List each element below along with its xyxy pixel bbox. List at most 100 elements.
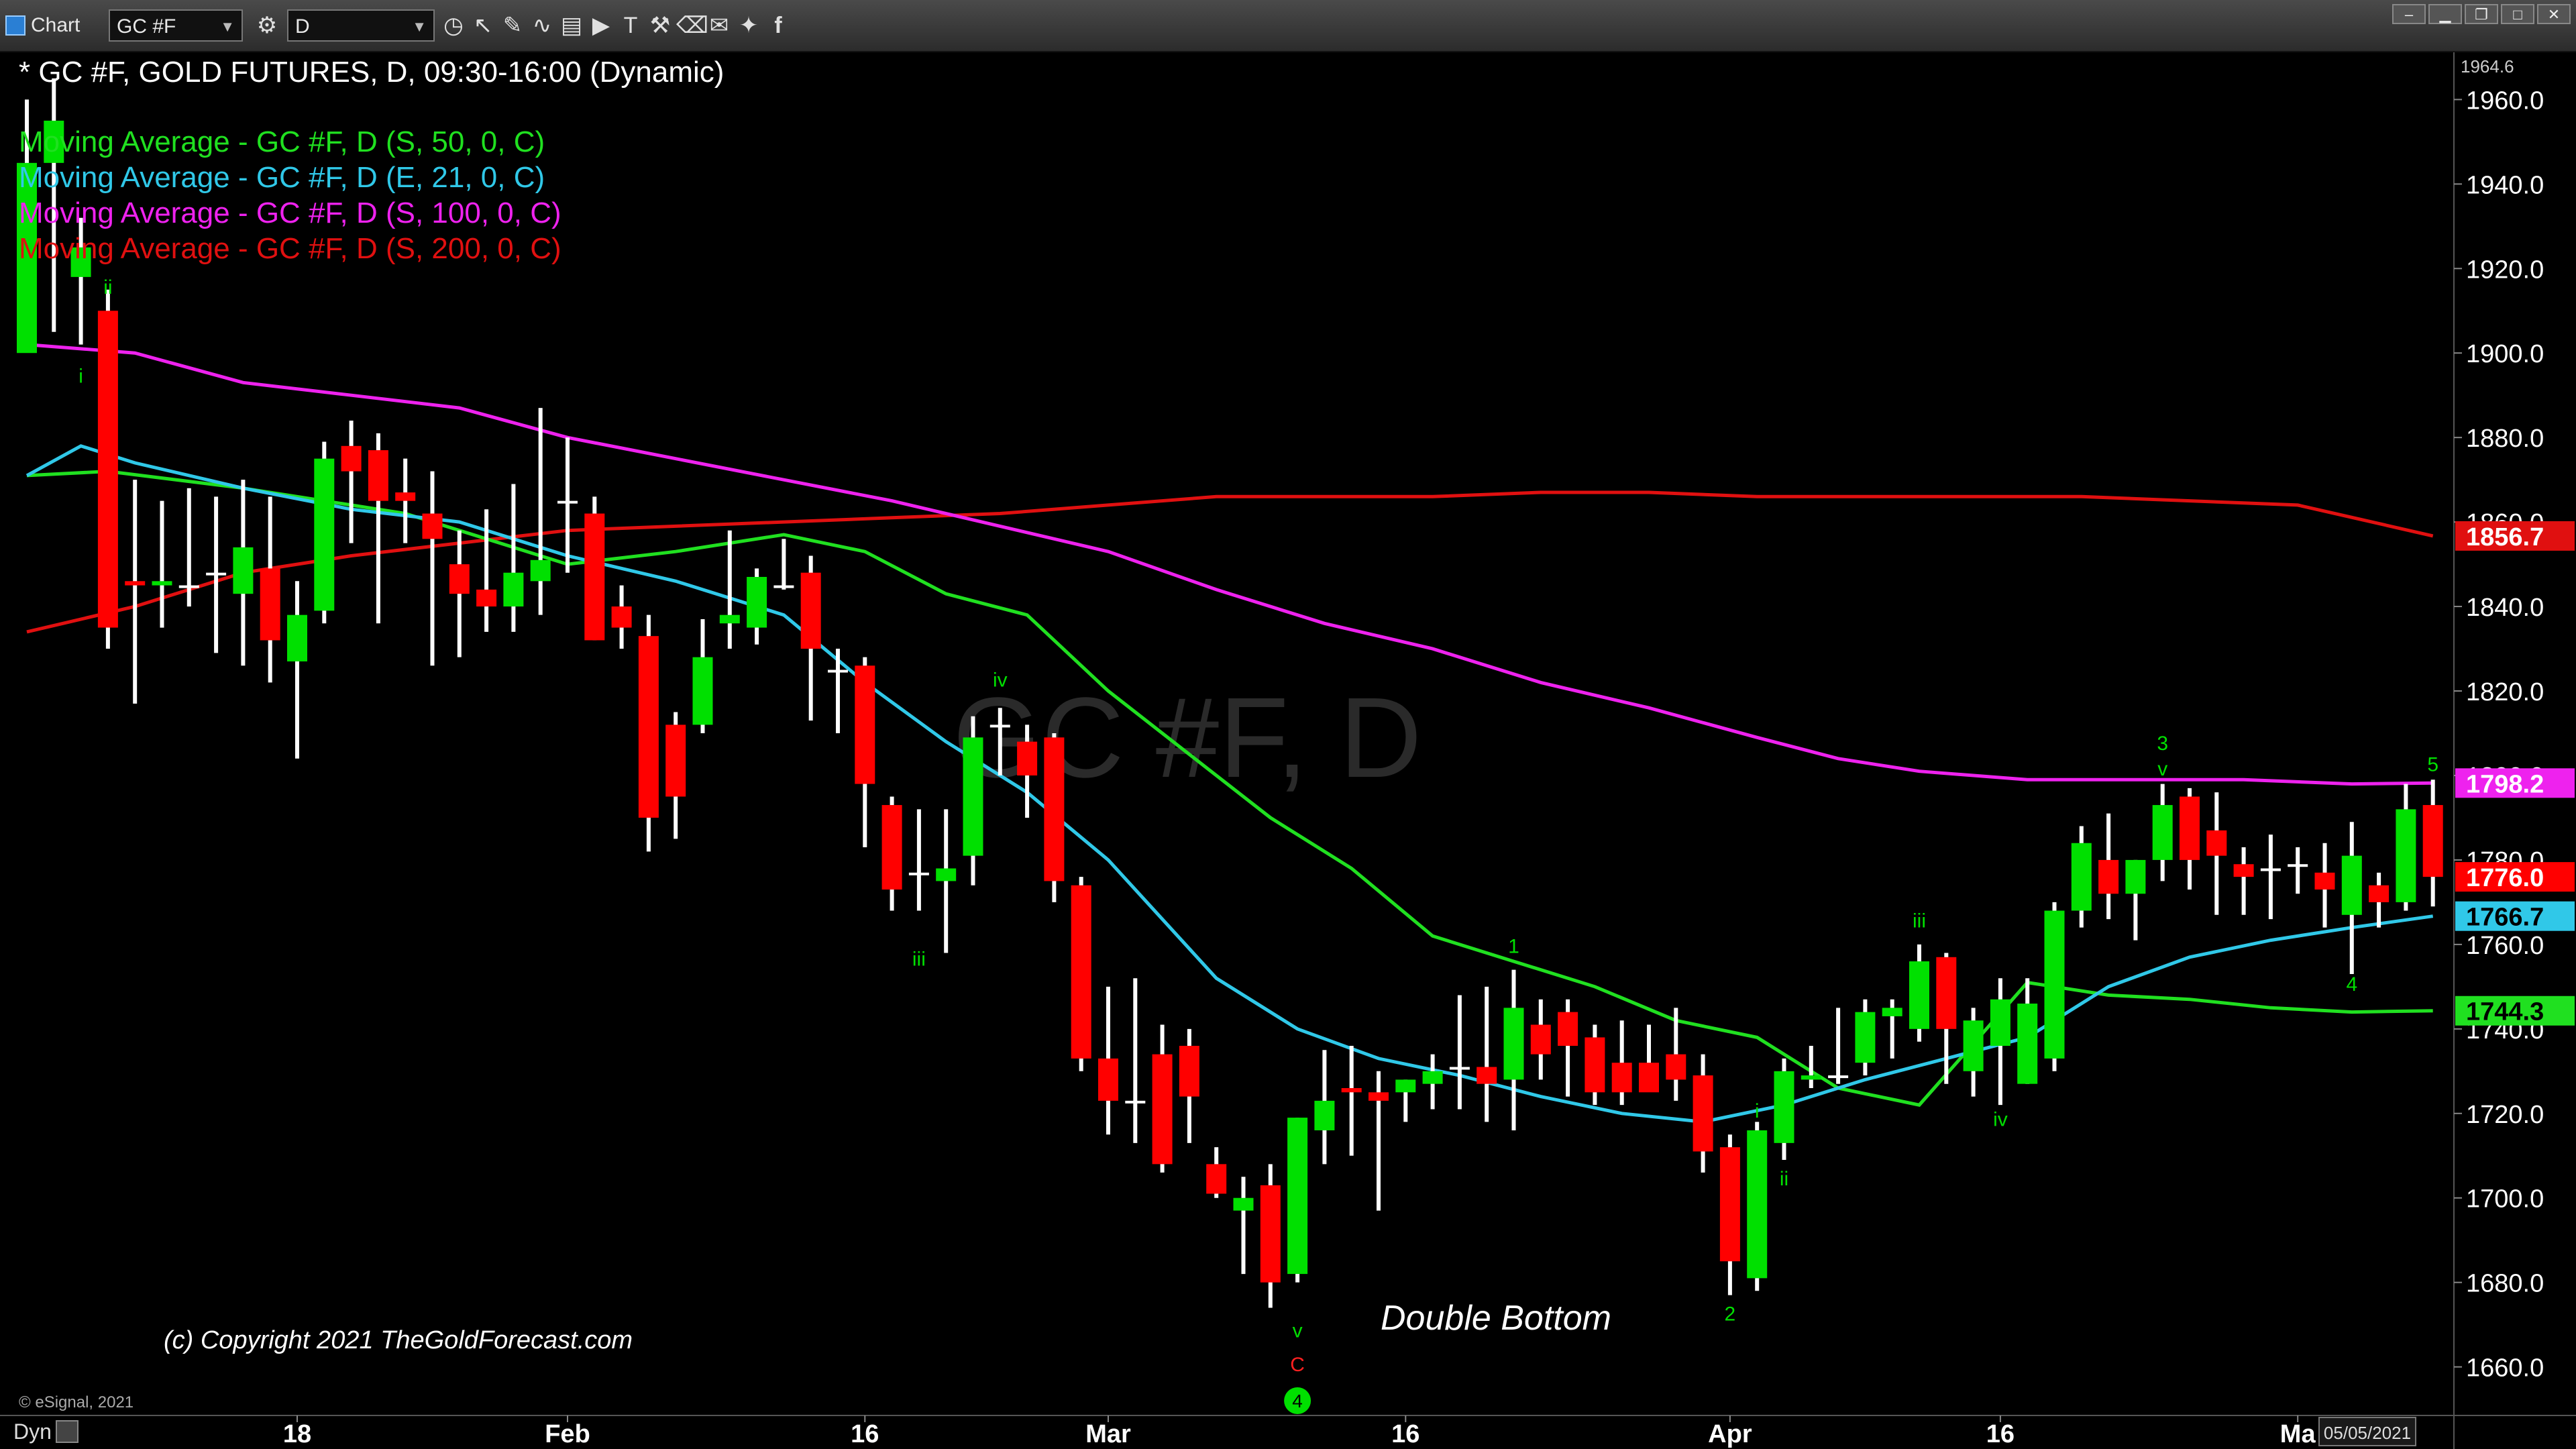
candle bbox=[2369, 873, 2389, 928]
candle-body bbox=[341, 446, 362, 472]
wave-label: 1 bbox=[1508, 935, 1519, 957]
wave-label: iv bbox=[993, 669, 1008, 692]
candle-body bbox=[1747, 1130, 1767, 1278]
candle bbox=[855, 657, 875, 847]
maximize-button[interactable]: □ bbox=[2501, 4, 2534, 24]
y-tick-label: 1720.0 bbox=[2466, 1101, 2544, 1129]
draw-icon[interactable]: ✎ bbox=[499, 12, 526, 39]
candle bbox=[1720, 1134, 1740, 1295]
cursor-icon[interactable]: ↖ bbox=[470, 12, 496, 39]
y-tick-label: 1960.0 bbox=[2466, 87, 2544, 115]
candle-body bbox=[936, 869, 956, 881]
candle-body bbox=[1828, 1075, 1848, 1078]
candle-body bbox=[1450, 1067, 1470, 1070]
dyn-toggle-icon[interactable] bbox=[56, 1420, 78, 1443]
window-menu-button[interactable]: – bbox=[2392, 4, 2426, 24]
candle-body bbox=[1044, 737, 1064, 881]
candle bbox=[1585, 1025, 1605, 1106]
candle bbox=[314, 441, 334, 623]
y-tick-label: 1840.0 bbox=[2466, 594, 2544, 622]
minimize-button[interactable]: ▁ bbox=[2428, 4, 2462, 24]
x-tick-label: Mar bbox=[1085, 1420, 1131, 1448]
x-tick-label: Feb bbox=[545, 1420, 590, 1448]
candle bbox=[639, 615, 659, 852]
news-icon[interactable]: ▤ bbox=[558, 12, 585, 39]
price-label-text: 1744.3 bbox=[2466, 998, 2544, 1026]
text-icon[interactable]: T bbox=[617, 12, 644, 39]
candle-body bbox=[1612, 1063, 1632, 1092]
x-tick-label: 16 bbox=[1986, 1420, 2015, 1448]
candle-body bbox=[773, 586, 794, 588]
candle-body bbox=[2206, 830, 2226, 856]
wave-label: iii bbox=[912, 948, 926, 970]
price-label-text: 1856.7 bbox=[2466, 523, 2544, 551]
chevron-down-icon[interactable]: ▼ bbox=[412, 11, 427, 43]
candle-body bbox=[1882, 1008, 1902, 1016]
candle bbox=[1558, 1000, 1578, 1097]
price-label: 1744.3 bbox=[2455, 996, 2575, 1026]
candle-body bbox=[1504, 1008, 1524, 1079]
app-title-label: Chart bbox=[31, 14, 80, 37]
chat-icon[interactable]: ✉ bbox=[706, 12, 733, 39]
facebook-icon[interactable]: f bbox=[765, 12, 792, 39]
play-icon[interactable]: ▶ bbox=[588, 12, 614, 39]
candle-body bbox=[179, 586, 199, 588]
y-tick-label: 1760.0 bbox=[2466, 932, 2544, 960]
candle-body bbox=[665, 724, 686, 796]
candle bbox=[1747, 1122, 1767, 1291]
price-label-text: 1766.7 bbox=[2466, 904, 2544, 932]
date-badge-label: 05/05/2021 bbox=[2324, 1423, 2411, 1443]
restore-button[interactable]: ❐ bbox=[2465, 4, 2498, 24]
candle bbox=[584, 496, 604, 640]
chevron-down-icon[interactable]: ▼ bbox=[220, 11, 235, 43]
study-icon[interactable]: ∿ bbox=[529, 12, 555, 39]
candle bbox=[368, 433, 388, 623]
symbol-input[interactable]: GC #F ▼ bbox=[109, 9, 243, 42]
y-tick-label: 1880.0 bbox=[2466, 425, 2544, 453]
price-label: 1798.2 bbox=[2455, 768, 2575, 798]
candle-body bbox=[2072, 843, 2092, 911]
dyn-button[interactable]: Dyn bbox=[13, 1419, 78, 1444]
candle-body bbox=[1152, 1055, 1173, 1165]
candle-body bbox=[2234, 864, 2254, 877]
x-tick-label: Ma bbox=[2280, 1420, 2316, 1448]
candle bbox=[1423, 1055, 1443, 1110]
candle bbox=[233, 480, 253, 665]
candle bbox=[773, 539, 794, 590]
price-chart[interactable]: GC #F, D iiiiiiivvC1iii2iiiiv3v454 1660.… bbox=[0, 52, 2576, 1449]
y-tick-label: 1900.0 bbox=[2466, 340, 2544, 368]
copyright-text: (c) Copyright 2021 TheGoldForecast.com bbox=[164, 1326, 633, 1354]
candle-body bbox=[1314, 1101, 1334, 1130]
twitter-icon[interactable]: ✦ bbox=[735, 12, 762, 39]
interval-input-value: D bbox=[295, 15, 310, 38]
wave-label: v bbox=[2157, 758, 2167, 780]
candle-body bbox=[531, 560, 551, 581]
candle bbox=[1990, 978, 2010, 1105]
candle bbox=[1774, 1059, 1794, 1160]
candle bbox=[2098, 814, 2118, 919]
link-icon[interactable]: ⚙ bbox=[254, 12, 280, 39]
interval-input[interactable]: D ▼ bbox=[287, 9, 435, 42]
eraser-icon[interactable]: ⌫ bbox=[676, 12, 703, 39]
candle bbox=[2153, 784, 2173, 881]
candle bbox=[1882, 1000, 1902, 1059]
candle bbox=[1612, 1020, 1632, 1105]
candle bbox=[720, 531, 740, 649]
candle-body bbox=[2369, 885, 2389, 902]
date-badge: 05/05/2021 bbox=[2318, 1417, 2416, 1446]
candle-body bbox=[503, 573, 523, 606]
price-label-text: 1776.0 bbox=[2466, 864, 2544, 892]
legend-entry: Moving Average - GC #F, D (S, 100, 0, C) bbox=[19, 197, 561, 229]
tools-icon[interactable]: ⚒ bbox=[647, 12, 674, 39]
close-button[interactable]: ✕ bbox=[2537, 4, 2571, 24]
candle-body bbox=[1395, 1079, 1415, 1092]
clock-icon[interactable]: ◷ bbox=[440, 12, 467, 39]
y-tick-label: 1920.0 bbox=[2466, 256, 2544, 284]
candle-body bbox=[1125, 1101, 1145, 1104]
candle bbox=[665, 712, 686, 839]
candle-body bbox=[909, 873, 929, 875]
candle-body bbox=[125, 581, 145, 585]
candle-body bbox=[1964, 1020, 1984, 1071]
wave-label: iii bbox=[1913, 910, 1926, 932]
candle-body bbox=[2045, 910, 2065, 1058]
